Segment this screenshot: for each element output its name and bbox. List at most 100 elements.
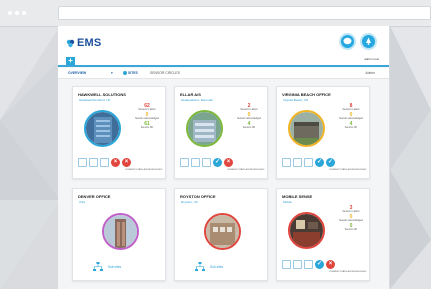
logo-text: EMS [77, 37, 102, 49]
sensor-stats: 2 Sensors in alarm 0 Sensors acknowledged … [231, 104, 267, 131]
report-icon[interactable] [293, 158, 302, 167]
stat-ok: 61 Sensors OK [140, 121, 154, 130]
header-divider [58, 65, 389, 67]
edit-icon[interactable] [304, 260, 313, 269]
add-button[interactable]: + [66, 57, 75, 65]
card-actions: × × [78, 158, 131, 167]
stat-acknowledged: 0 Sensors acknowledged [339, 112, 363, 121]
sub-sites-link[interactable]: Sub sites [108, 265, 121, 269]
building-image [290, 112, 323, 145]
check-icon[interactable]: ✓ [326, 158, 335, 167]
stat-acknowledged: 0 Sensors acknowledged [135, 112, 159, 121]
window-dot[interactable] [22, 11, 26, 15]
site-card[interactable]: HAWKWELL SOLUTIONS Hawkwell Rochford, UK… [72, 86, 166, 179]
site-location[interactable]: Virginia Beach, US [283, 98, 308, 102]
building-image [206, 215, 239, 248]
ems-app: EMS + admin ems OVERVIEW ▾ SITES SENSOR … [58, 26, 389, 289]
stat-ok: 0 Sensors OK [344, 223, 358, 232]
report-icon[interactable] [191, 158, 200, 167]
card-actions: ✓ × [282, 260, 335, 269]
site-photo [288, 212, 325, 249]
footnote: CURRENT STATE ACKNOWLEDGED [329, 169, 367, 171]
stat-acknowledged: 0 Sensors acknowledged [339, 214, 363, 223]
overview-menu[interactable]: OVERVIEW [68, 71, 86, 75]
close-icon[interactable]: × [224, 158, 233, 167]
sub-sites-link[interactable]: Sub sites [210, 265, 223, 269]
check-icon[interactable]: ✓ [213, 158, 222, 167]
room-image [290, 214, 323, 247]
site-location[interactable]: Mobile [283, 200, 292, 204]
close-icon[interactable]: × [122, 158, 131, 167]
site-title: MOBILE SENSE [282, 194, 313, 199]
edit-icon[interactable] [202, 158, 211, 167]
site-title: HAWKWELL SOLUTIONS [78, 92, 126, 97]
site-photo [288, 110, 325, 147]
site-card[interactable]: VIRGINIA BEACH OFFICE Virginia Beach, US… [276, 86, 370, 179]
footnote: CURRENT STATE ACKNOWLEDGED [227, 169, 265, 171]
card-actions: ✓ ✓ [282, 158, 335, 167]
sensor-stats: 62 Sensors in alarm 0 Sensors acknowledged… [129, 104, 165, 131]
toolbar: OVERVIEW ▾ SITES SENSOR CIRCLES Admin [58, 68, 389, 79]
site-title: VIRGINIA BEACH OFFICE [282, 92, 331, 97]
site-title: ELLAR A/S [180, 92, 201, 97]
stat-alarm: 62 Sensors in alarm [138, 103, 156, 112]
site-photo [186, 110, 223, 147]
ems-logo[interactable]: EMS [66, 37, 101, 49]
chat-button[interactable] [339, 33, 356, 50]
site-photo [102, 213, 139, 250]
window-dot[interactable] [15, 11, 19, 15]
hierarchy-icon [93, 262, 103, 271]
edit-icon[interactable] [304, 158, 313, 167]
site-location[interactable]: USA [79, 200, 85, 204]
address-bar[interactable] [58, 6, 431, 20]
window-dot[interactable] [8, 11, 12, 15]
sub-sites[interactable]: Sub sites [93, 262, 121, 271]
site-photo [84, 110, 121, 147]
report-icon[interactable] [89, 158, 98, 167]
bell-icon [366, 37, 371, 45]
site-card[interactable]: ELLAR A/S Headquarters, Denmark 2 Sensors… [174, 86, 268, 179]
footnote: CURRENT STATE ACKNOWLEDGED [125, 169, 163, 171]
graph-icon[interactable] [282, 158, 291, 167]
sensor-stats: 3 Sensors in alarm 0 Sensors acknowledged … [333, 206, 369, 233]
browser-chrome [0, 0, 431, 27]
sites-tab[interactable]: SITES [128, 71, 138, 75]
site-location[interactable]: Hawkwell Rochford, UK [79, 98, 111, 102]
app-header: EMS + admin ems [58, 26, 389, 66]
check-icon[interactable]: ✓ [315, 260, 324, 269]
graph-icon[interactable] [78, 158, 87, 167]
user-menu[interactable]: Admin [365, 71, 375, 75]
sub-sites[interactable]: Sub sites [195, 262, 223, 271]
chat-icon [343, 37, 352, 45]
alerts-button[interactable] [360, 33, 377, 50]
site-location[interactable]: Royston, UK [181, 200, 198, 204]
graph-icon[interactable] [180, 158, 189, 167]
sensor-circles-tab[interactable]: SENSOR CIRCLES [150, 71, 180, 75]
site-title: DENVER OFFICE [78, 194, 111, 199]
site-location[interactable]: Headquarters, Denmark [181, 98, 213, 102]
report-icon[interactable] [293, 260, 302, 269]
stat-ok: 4 Sensors OK [344, 121, 358, 130]
building-image [86, 112, 119, 145]
stat-alarm: 2 Sensors in alarm [240, 103, 258, 112]
check-icon[interactable]: ✓ [315, 158, 324, 167]
site-card[interactable]: ROYSTON OFFICE Royston, UK Sub sites [174, 188, 268, 281]
user-name[interactable]: admin ems [364, 57, 379, 61]
chevron-down-icon[interactable]: ▾ [111, 71, 113, 75]
site-card[interactable]: MOBILE SENSE Mobile 3 Sensors in alarm 0S… [276, 188, 370, 281]
card-actions: ✓ × [180, 158, 233, 167]
close-icon[interactable]: × [326, 260, 335, 269]
logo-icon [66, 39, 75, 47]
edit-icon[interactable] [100, 158, 109, 167]
sensor-stats: 8 Sensors in alarm 0 Sensors acknowledged … [333, 104, 369, 131]
stat-alarm: 8 Sensors in alarm [342, 103, 360, 112]
sites-radio[interactable] [123, 71, 127, 75]
close-icon[interactable]: × [111, 158, 120, 167]
hierarchy-icon [195, 262, 205, 271]
stat-acknowledged: 0 Sensors acknowledged [237, 112, 261, 121]
graph-icon[interactable] [282, 260, 291, 269]
site-card[interactable]: DENVER OFFICE USA Sub sites [72, 188, 166, 281]
building-image [104, 215, 137, 248]
stat-alarm: 3 Sensors in alarm [342, 205, 360, 214]
site-photo [204, 213, 241, 250]
